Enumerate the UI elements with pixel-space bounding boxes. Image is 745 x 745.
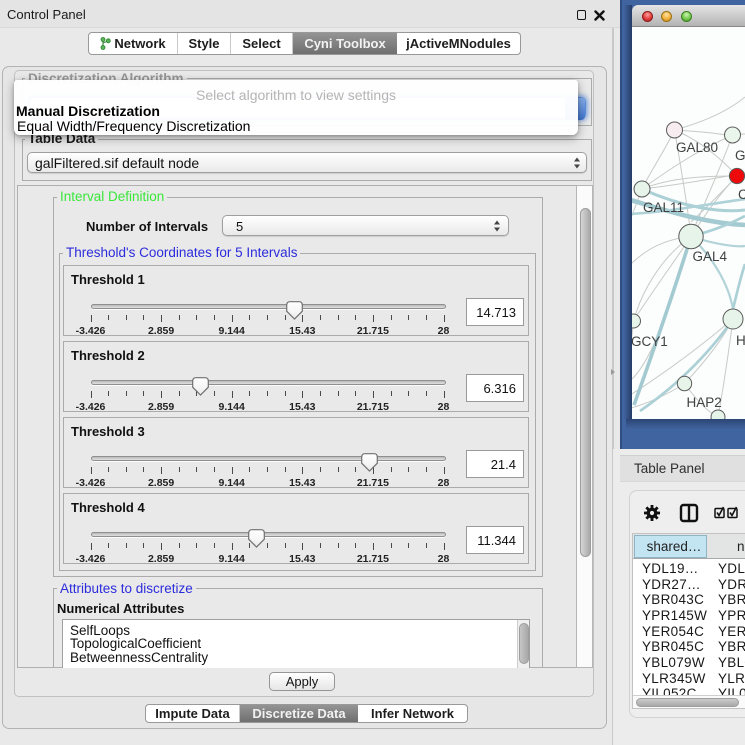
svg-text:C: C (738, 187, 745, 202)
svg-text:GAL4: GAL4 (693, 249, 728, 264)
svg-text:GAL11: GAL11 (643, 200, 684, 215)
svg-text:HAP2: HAP2 (687, 395, 722, 410)
svg-text:G.: G. (735, 148, 745, 163)
svg-text:H: H (736, 333, 745, 348)
svg-text:GAL80: GAL80 (676, 140, 718, 155)
svg-text:GCY1: GCY1 (632, 334, 668, 349)
